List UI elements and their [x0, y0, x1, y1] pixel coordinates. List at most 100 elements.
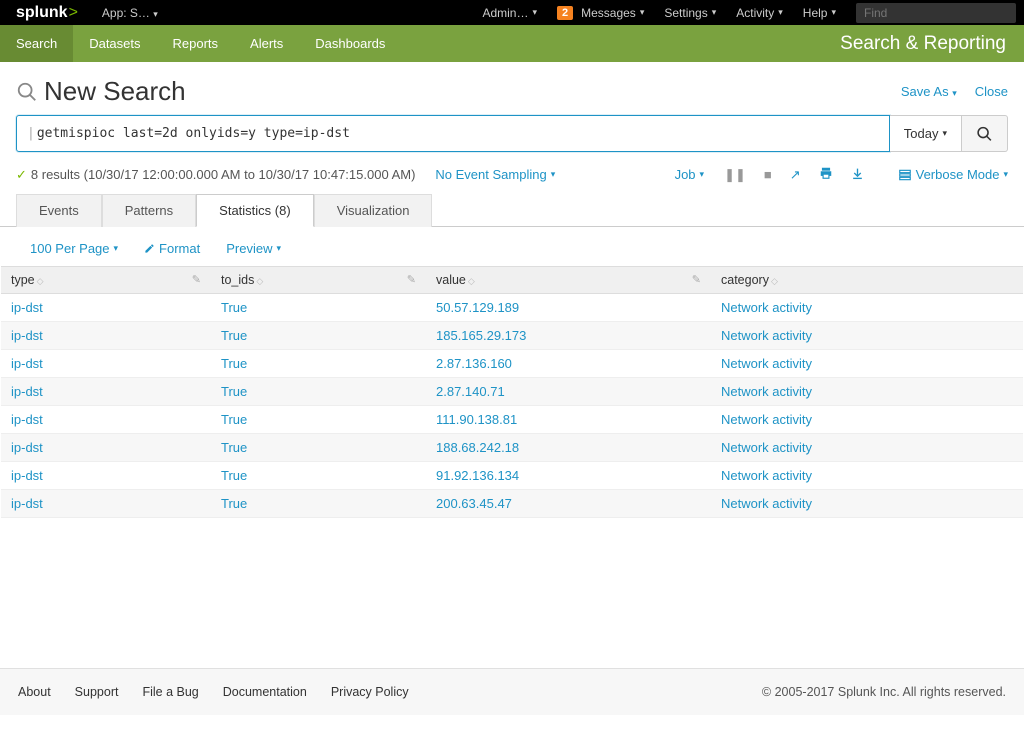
- cell-link[interactable]: ip-dst: [11, 328, 43, 343]
- cell-link[interactable]: Network activity: [721, 412, 812, 427]
- save-as-menu[interactable]: Save As ▾: [901, 84, 957, 99]
- preview-menu[interactable]: Preview ▾: [226, 241, 281, 256]
- nav-dashboards[interactable]: Dashboards: [299, 25, 401, 62]
- col-header-to-ids[interactable]: to_ids◇✎: [211, 267, 426, 294]
- cell-link[interactable]: ip-dst: [11, 468, 43, 483]
- cell-value: 185.165.29.173: [426, 322, 711, 350]
- cell-link[interactable]: Network activity: [721, 440, 812, 455]
- cell-link[interactable]: 188.68.242.18: [436, 440, 519, 455]
- close-link[interactable]: Close: [975, 84, 1008, 99]
- tab-events[interactable]: Events: [16, 194, 102, 227]
- nav-datasets[interactable]: Datasets: [73, 25, 156, 62]
- cell-value: 111.90.138.81: [426, 406, 711, 434]
- cell-type: ip-dst: [1, 434, 211, 462]
- results-toolbar: 100 Per Page ▾ Format Preview ▾: [0, 227, 1024, 266]
- admin-menu[interactable]: Admin…▾: [472, 6, 547, 20]
- format-menu[interactable]: Format: [144, 241, 200, 256]
- nav-search[interactable]: Search: [0, 25, 73, 62]
- cell-link[interactable]: 200.63.45.47: [436, 496, 512, 511]
- cell-link[interactable]: ip-dst: [11, 300, 43, 315]
- status-row: ✓8 results (10/30/17 12:00:00.000 AM to …: [0, 162, 1024, 193]
- tab-patterns[interactable]: Patterns: [102, 194, 196, 227]
- cell-category: Network activity: [711, 322, 1023, 350]
- cell-link[interactable]: Network activity: [721, 468, 812, 483]
- table-row: ip-dst True 2.87.136.160 Network activity: [1, 350, 1023, 378]
- print-icon[interactable]: [819, 166, 833, 183]
- cell-link[interactable]: ip-dst: [11, 384, 43, 399]
- result-tabs: Events Patterns Statistics (8) Visualiza…: [0, 193, 1024, 227]
- nav-reports[interactable]: Reports: [157, 25, 235, 62]
- topbar: splunk App: S… ▾ Admin…▾ 2 Messages▾ Set…: [0, 0, 1024, 25]
- footer-about[interactable]: About: [18, 685, 51, 699]
- check-icon: ✓: [16, 167, 27, 182]
- cell-link[interactable]: True: [221, 328, 247, 343]
- job-menu[interactable]: Job▾: [675, 167, 705, 182]
- cell-link[interactable]: 50.57.129.189: [436, 300, 519, 315]
- cell-link[interactable]: ip-dst: [11, 412, 43, 427]
- cell-link[interactable]: ip-dst: [11, 356, 43, 371]
- col-header-value[interactable]: value◇✎: [426, 267, 711, 294]
- cell-value: 50.57.129.189: [426, 294, 711, 322]
- cell-type: ip-dst: [1, 490, 211, 518]
- search-mode-menu[interactable]: Verbose Mode▾: [898, 167, 1008, 182]
- cell-link[interactable]: True: [221, 384, 247, 399]
- cell-link[interactable]: True: [221, 356, 247, 371]
- footer-support[interactable]: Support: [75, 685, 119, 699]
- tab-statistics[interactable]: Statistics (8): [196, 194, 314, 227]
- cell-link[interactable]: Network activity: [721, 496, 812, 511]
- cell-link[interactable]: Network activity: [721, 300, 812, 315]
- cell-link[interactable]: Network activity: [721, 356, 812, 371]
- col-header-category[interactable]: category◇: [711, 267, 1023, 294]
- cell-link[interactable]: 91.92.136.134: [436, 468, 519, 483]
- search-icon: [16, 81, 38, 103]
- col-header-type[interactable]: type◇✎: [1, 267, 211, 294]
- footer-documentation[interactable]: Documentation: [223, 685, 307, 699]
- cell-link[interactable]: Network activity: [721, 328, 812, 343]
- find-input[interactable]: [856, 3, 1016, 23]
- settings-menu[interactable]: Settings▾: [654, 6, 726, 20]
- pause-icon[interactable]: ❚❚: [724, 167, 746, 183]
- pencil-icon[interactable]: ✎: [407, 273, 416, 286]
- nav-alerts[interactable]: Alerts: [234, 25, 299, 62]
- time-range-picker[interactable]: Today▾: [890, 115, 962, 152]
- cell-link[interactable]: 2.87.140.71: [436, 384, 505, 399]
- share-icon[interactable]: ↗: [790, 167, 801, 183]
- help-menu[interactable]: Help▾: [793, 6, 846, 20]
- stop-icon[interactable]: ■: [764, 167, 772, 182]
- cell-link[interactable]: True: [221, 468, 247, 483]
- chevron-down-icon: ▾: [700, 169, 705, 180]
- page-title: New Search: [44, 76, 883, 107]
- pencil-icon[interactable]: ✎: [192, 273, 201, 286]
- search-header: New Search Save As ▾ Close: [0, 62, 1024, 115]
- cell-link[interactable]: 2.87.136.160: [436, 356, 512, 371]
- per-page-menu[interactable]: 100 Per Page ▾: [30, 241, 118, 256]
- chevron-down-icon: ▾: [551, 169, 556, 180]
- cell-link[interactable]: True: [221, 300, 247, 315]
- search-input[interactable]: | getmispioc last=2d onlyids=y type=ip-d…: [16, 115, 890, 152]
- job-controls: ❚❚ ■ ↗: [724, 166, 864, 183]
- footer-privacy[interactable]: Privacy Policy: [331, 685, 409, 699]
- cell-link[interactable]: Network activity: [721, 384, 812, 399]
- footer-file-bug[interactable]: File a Bug: [142, 685, 198, 699]
- cell-link[interactable]: 111.90.138.81: [436, 412, 517, 427]
- table-row: ip-dst True 111.90.138.81 Network activity: [1, 406, 1023, 434]
- event-sampling-menu[interactable]: No Event Sampling▾: [435, 167, 555, 182]
- app-menu[interactable]: App: S… ▾: [92, 6, 168, 20]
- tab-visualization[interactable]: Visualization: [314, 194, 433, 227]
- cell-link[interactable]: True: [221, 496, 247, 511]
- table-row: ip-dst True 200.63.45.47 Network activity: [1, 490, 1023, 518]
- pencil-icon[interactable]: ✎: [692, 273, 701, 286]
- activity-menu[interactable]: Activity▾: [726, 6, 793, 20]
- messages-menu[interactable]: 2 Messages▾: [547, 6, 654, 20]
- cell-link[interactable]: True: [221, 440, 247, 455]
- cell-link[interactable]: True: [221, 412, 247, 427]
- cell-link[interactable]: ip-dst: [11, 440, 43, 455]
- search-button[interactable]: [962, 115, 1008, 152]
- cell-category: Network activity: [711, 462, 1023, 490]
- sort-icon: ◇: [37, 276, 44, 286]
- cell-link[interactable]: 185.165.29.173: [436, 328, 526, 343]
- cell-to_ids: True: [211, 406, 426, 434]
- table-row: ip-dst True 91.92.136.134 Network activity: [1, 462, 1023, 490]
- cell-link[interactable]: ip-dst: [11, 496, 43, 511]
- download-icon[interactable]: [851, 167, 864, 183]
